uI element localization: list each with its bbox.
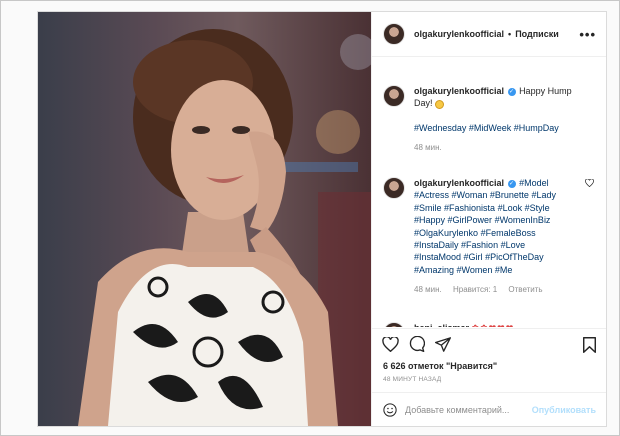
hashtag-link[interactable]: #Me xyxy=(495,265,513,275)
hashtag-link[interactable]: #Fashionista xyxy=(444,203,495,213)
emoji-icon[interactable] xyxy=(383,403,397,417)
caption-username[interactable]: olgakurylenkoofficial xyxy=(414,86,504,96)
hashtag-link[interactable]: #Actress xyxy=(414,190,449,200)
smile-emoji-icon xyxy=(435,99,445,109)
hashtag-link[interactable]: #Women xyxy=(457,265,493,275)
caption-hashtags[interactable]: #Wednesday #MidWeek #HumpDay xyxy=(414,122,592,134)
separator-dot: • xyxy=(508,29,512,39)
emoji-row-icon: ✿✿❤❤❤ xyxy=(472,323,515,327)
hashtag-link[interactable]: #PicOfTheDay xyxy=(485,252,544,262)
more-options-icon[interactable]: ••• xyxy=(579,27,596,42)
avatar[interactable] xyxy=(383,23,405,45)
comment-likes[interactable]: Нравится: 1 xyxy=(453,285,497,294)
likes-count[interactable]: 6 626 отметок "Нравится" xyxy=(383,361,497,371)
hashtag-link[interactable]: #Lady xyxy=(531,190,556,200)
publish-button[interactable]: Опубликовать xyxy=(532,405,596,415)
caption-time[interactable]: 48 мин. xyxy=(414,142,592,154)
hashtag-link[interactable]: #Smile xyxy=(414,203,442,213)
following-button[interactable]: Подписки xyxy=(515,29,559,39)
portrait-illustration xyxy=(78,29,371,426)
instagram-post: olgakurylenkoofficial • Подписки ••• olg… xyxy=(37,11,607,427)
comments-list[interactable]: olgakurylenkoofficial ✓ Happy Hump Day! … xyxy=(372,57,606,327)
hashtag-link[interactable]: #InstaDaily xyxy=(414,240,459,250)
post-time-ago[interactable]: 48 МИНУТ НАЗАД xyxy=(383,376,441,383)
hashtag-link[interactable]: #Look xyxy=(498,203,523,213)
hashtag-link[interactable]: #InstaMood xyxy=(414,252,461,262)
next-comment: beni_elismar ✿✿❤❤❤ xyxy=(383,322,592,327)
hashtag-link[interactable]: #OlgaKurylenko xyxy=(414,228,478,238)
comment-input[interactable]: Добавьте комментарий... xyxy=(405,405,532,415)
bookmark-icon[interactable] xyxy=(583,337,596,355)
reply-button[interactable]: Ответить xyxy=(508,285,542,294)
hashtag-link[interactable]: #FemaleBoss xyxy=(481,228,536,238)
hashtag-link[interactable]: #Love xyxy=(501,240,526,250)
comment-hashtags[interactable]: #Model #Actress #Woman #Brunette #Lady #… xyxy=(414,178,556,275)
hashtag-link[interactable]: #GirlPower xyxy=(448,215,493,225)
post-side-panel: olgakurylenkoofficial • Подписки ••• olg… xyxy=(371,12,606,426)
comment-avatar[interactable] xyxy=(383,177,405,199)
comment-meta: 48 мин. Нравится: 1 Ответить xyxy=(414,284,564,296)
post-actions xyxy=(372,328,606,359)
header-username[interactable]: olgakurylenkoofficial xyxy=(414,29,504,39)
comment: olgakurylenkoofficial ✓ #Model #Actress … xyxy=(383,177,592,297)
next-comment-username[interactable]: beni_elismar xyxy=(414,323,469,327)
hashtag-link[interactable]: #Model xyxy=(519,178,549,188)
like-heart-icon[interactable] xyxy=(382,336,399,352)
comment-time[interactable]: 48 мин. xyxy=(414,285,442,294)
hashtag-link[interactable]: #Happy xyxy=(414,215,445,225)
hashtag-link[interactable]: #Girl xyxy=(464,252,483,262)
add-comment-bar: Добавьте комментарий... Опубликовать xyxy=(372,392,606,426)
hashtag-link[interactable]: #WomenInBiz xyxy=(495,215,551,225)
comment-bubble-icon[interactable] xyxy=(409,336,425,352)
share-send-icon[interactable] xyxy=(435,336,451,352)
comment-username[interactable]: olgakurylenkoofficial xyxy=(414,178,504,188)
hashtag-link[interactable]: #Amazing xyxy=(414,265,454,275)
like-comment-heart-icon[interactable] xyxy=(585,179,594,187)
hashtag-link[interactable]: #Fashion xyxy=(461,240,498,250)
next-comment-avatar[interactable] xyxy=(383,322,405,327)
post-photo[interactable] xyxy=(38,12,371,426)
verified-badge-icon: ✓ xyxy=(507,87,516,96)
hashtag-link[interactable]: #Style xyxy=(525,203,550,213)
hashtag-link[interactable]: #Brunette xyxy=(490,190,529,200)
caption-avatar[interactable] xyxy=(383,85,405,107)
hashtag-link[interactable]: #Woman xyxy=(452,190,488,200)
verified-badge-icon: ✓ xyxy=(507,179,516,188)
post-header: olgakurylenkoofficial • Подписки ••• xyxy=(372,12,606,57)
caption: olgakurylenkoofficial ✓ Happy Hump Day! … xyxy=(383,85,592,155)
